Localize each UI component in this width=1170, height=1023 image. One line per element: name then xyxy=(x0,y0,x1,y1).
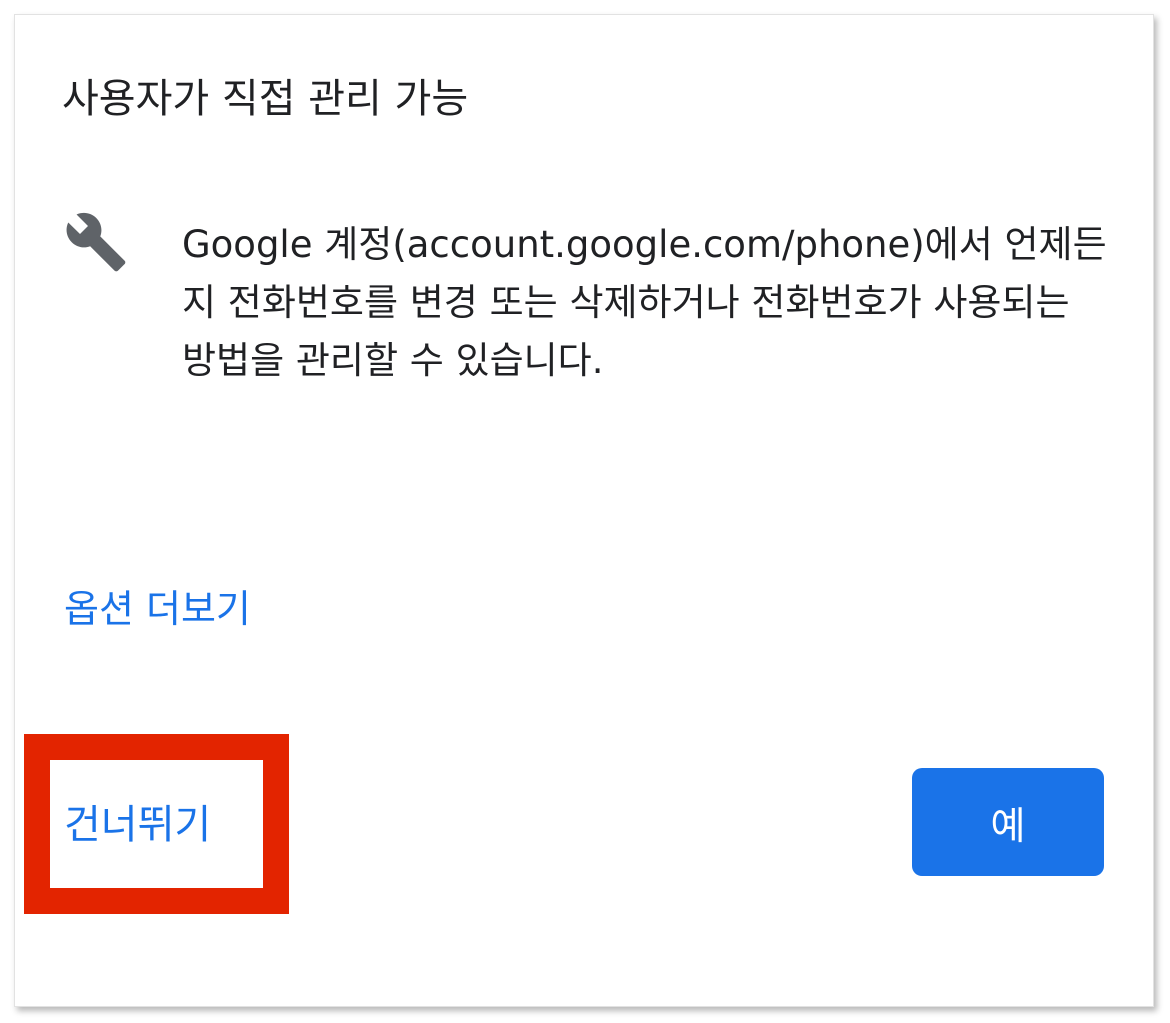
more-options-link[interactable]: 옵션 더보기 xyxy=(64,578,251,633)
yes-button-label: 예 xyxy=(990,803,1026,848)
dialog-body-text: Google 계정(account.google.com/phone)에서 언제… xyxy=(182,223,1107,382)
wrench-icon xyxy=(66,212,126,272)
yes-button[interactable]: 예 xyxy=(912,768,1104,876)
skip-button[interactable]: 건너뛰기 xyxy=(64,792,211,850)
dialog-title: 사용자가 직접 관리 가능 xyxy=(62,76,469,122)
